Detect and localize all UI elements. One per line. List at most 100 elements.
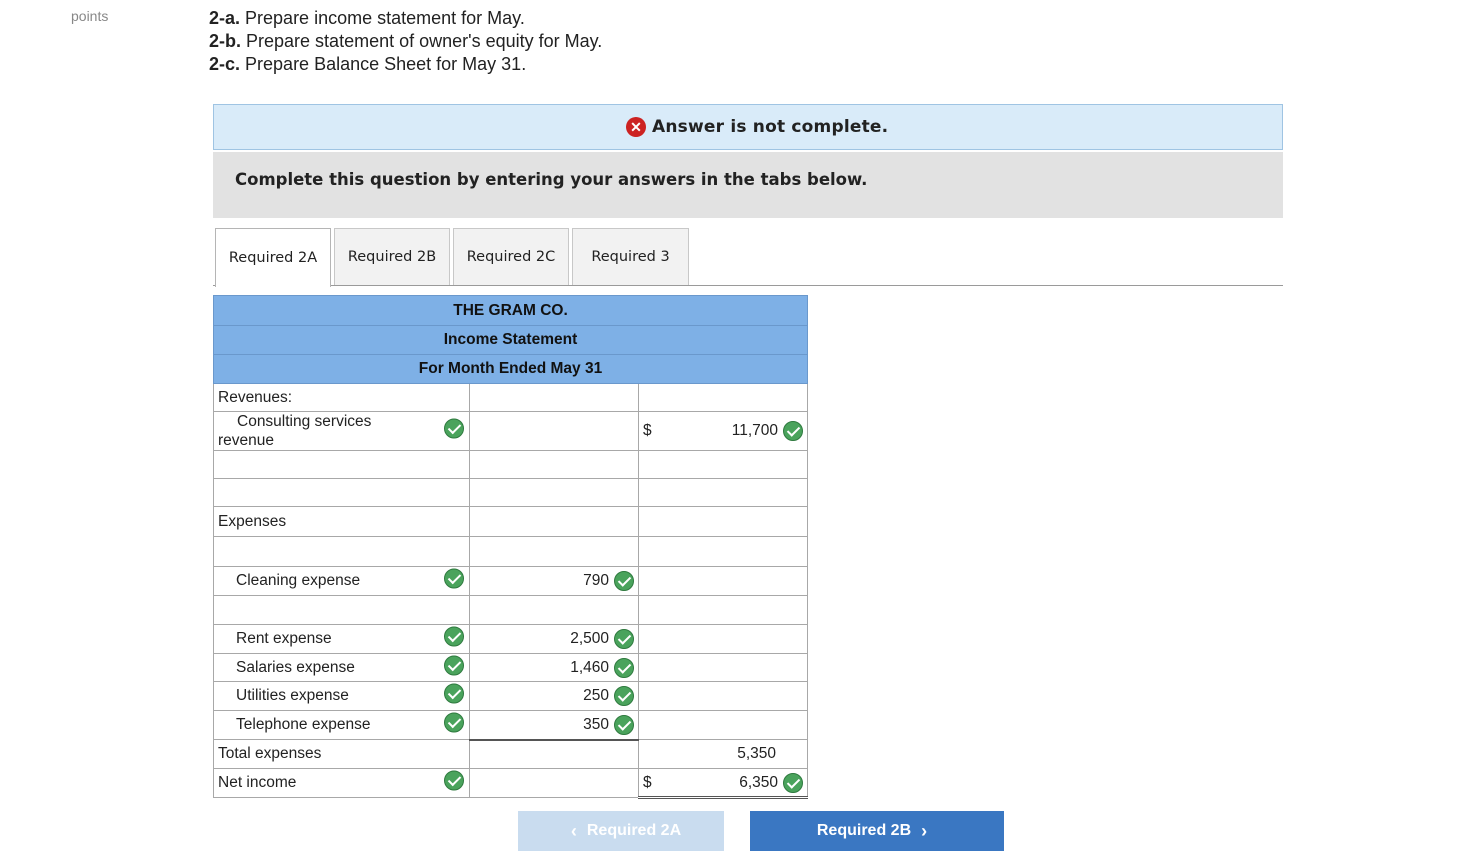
cell-empty[interactable]: [638, 450, 808, 479]
table-row: Revenues:: [213, 383, 808, 412]
tab-required-2b[interactable]: Required 2B: [334, 228, 450, 285]
check-icon: [783, 421, 803, 441]
next-button-label: Required 2B: [816, 822, 912, 839]
previous-button[interactable]: ‹ Required 2A: [518, 811, 724, 851]
cell-empty[interactable]: [638, 383, 808, 412]
check-icon: [444, 655, 464, 675]
rent-expense-input[interactable]: 2,500: [469, 624, 639, 654]
utilities-expense-select[interactable]: Utilities expense: [213, 681, 470, 711]
cell-empty[interactable]: [638, 566, 808, 596]
table-row: Expenses: [213, 506, 808, 537]
check-icon: [444, 626, 464, 647]
statement-period: For Month Ended May 31: [213, 354, 808, 384]
table-row: [213, 595, 808, 625]
table-row: [213, 450, 808, 479]
next-button[interactable]: Required 2B ›: [750, 811, 1004, 851]
check-icon: [614, 571, 634, 591]
table-row: Telephone expense 350: [213, 710, 808, 741]
cell-empty[interactable]: [469, 411, 639, 451]
income-statement-table: THE GRAM CO. Income Statement For Month …: [213, 295, 808, 799]
salaries-expense-input[interactable]: 1,460: [469, 653, 639, 682]
cell-empty[interactable]: [638, 506, 808, 537]
cell-empty[interactable]: [469, 536, 639, 567]
check-icon: [614, 629, 634, 649]
table-row: Consulting services revenue $ 11,700: [213, 411, 808, 451]
cell-empty: [469, 739, 639, 769]
salaries-expense-select[interactable]: Salaries expense: [213, 653, 470, 682]
cell-empty[interactable]: [469, 478, 639, 507]
cell-empty[interactable]: [213, 478, 470, 507]
telephone-expense-select[interactable]: Telephone expense: [213, 710, 470, 740]
answer-status-banner: ✕ Answer is not complete.: [213, 104, 1283, 150]
cell-empty[interactable]: [638, 536, 808, 567]
salaries-expense-label: Salaries expense: [236, 658, 355, 676]
cell-empty[interactable]: [638, 681, 808, 711]
cleaning-expense-input[interactable]: 790: [469, 566, 639, 596]
expenses-label: Expenses: [213, 506, 470, 537]
dollar-sign: $: [643, 422, 652, 439]
cell-empty[interactable]: [638, 595, 808, 625]
chevron-right-icon: ›: [921, 820, 928, 841]
check-icon: [444, 418, 464, 439]
instruction-2c: 2-c. Prepare Balance Sheet for May 31.: [209, 54, 527, 74]
cell-empty[interactable]: [638, 653, 808, 682]
net-income-input[interactable]: $ 6,350: [638, 768, 808, 799]
table-row: [213, 536, 808, 567]
telephone-expense-value: 350: [583, 715, 609, 733]
rent-expense-select[interactable]: Rent expense: [213, 624, 470, 654]
table-row: Net income $ 6,350: [213, 768, 808, 799]
rent-expense-value: 2,500: [570, 630, 609, 647]
net-income-value: 6,350: [739, 773, 778, 791]
cell-empty[interactable]: [213, 595, 470, 625]
instruction-2b: 2-b. Prepare statement of owner's equity…: [209, 31, 603, 51]
consulting-revenue-input[interactable]: $ 11,700: [638, 411, 808, 451]
consulting-revenue-label: Consulting services revenue: [218, 413, 372, 449]
total-expenses-value: 5,350: [737, 745, 776, 762]
cleaning-expense-select[interactable]: Cleaning expense: [213, 566, 470, 596]
cell-empty[interactable]: [638, 624, 808, 654]
table-row: Cleaning expense 790: [213, 566, 808, 596]
instruction-2a: 2-a. Prepare income statement for May.: [209, 8, 525, 28]
check-icon: [614, 714, 634, 735]
table-row: Salaries expense 1,460: [213, 653, 808, 682]
check-icon: [444, 683, 464, 704]
table-row: Total expenses 5,350: [213, 739, 808, 769]
cleaning-expense-label: Cleaning expense: [236, 572, 361, 589]
check-icon: [614, 686, 634, 706]
salaries-expense-value: 1,460: [570, 658, 609, 676]
total-expenses-cell: 5,350: [638, 739, 808, 769]
chevron-left-icon: ‹: [570, 820, 577, 841]
table-row: Utilities expense 250: [213, 681, 808, 711]
statement-title: Income Statement: [213, 325, 808, 355]
x-icon: ✕: [626, 117, 646, 137]
check-icon: [444, 770, 464, 791]
cell-empty[interactable]: [469, 506, 639, 537]
cell-empty[interactable]: [469, 450, 639, 479]
consulting-revenue-select[interactable]: Consulting services revenue: [213, 411, 470, 451]
cell-empty[interactable]: [469, 383, 639, 412]
points-label: points: [71, 8, 109, 24]
check-icon: [783, 772, 803, 793]
table-row: Rent expense 2,500: [213, 624, 808, 654]
tab-required-3[interactable]: Required 3: [572, 228, 689, 285]
tab-bar: Required 2A Required 2B Required 2C Requ…: [215, 228, 692, 287]
telephone-expense-label: Telephone expense: [236, 716, 371, 733]
telephone-expense-input[interactable]: 350: [469, 710, 639, 741]
cell-empty[interactable]: [469, 768, 639, 798]
cell-empty[interactable]: [638, 478, 808, 507]
tab-required-2a[interactable]: Required 2A: [215, 228, 331, 287]
consulting-revenue-value: 11,700: [731, 422, 778, 439]
check-icon: [444, 712, 464, 733]
cell-empty[interactable]: [469, 595, 639, 625]
answer-status-text: Answer is not complete.: [652, 117, 889, 137]
net-income-select[interactable]: Net income: [213, 768, 470, 798]
check-icon: [444, 568, 464, 589]
utilities-expense-input[interactable]: 250: [469, 681, 639, 711]
revenues-label: Revenues:: [213, 383, 470, 412]
cell-empty[interactable]: [638, 710, 808, 740]
net-income-label: Net income: [218, 774, 297, 791]
cell-empty[interactable]: [213, 450, 470, 479]
check-icon: [614, 657, 634, 678]
cell-empty[interactable]: [213, 536, 470, 567]
tab-required-2c[interactable]: Required 2C: [453, 228, 569, 285]
